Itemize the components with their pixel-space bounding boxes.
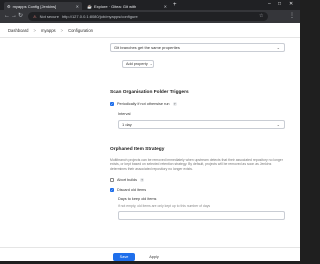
- new-tab-button[interactable]: +: [173, 2, 177, 8]
- periodic-checkbox-row[interactable]: ✓ Periodically if not otherwise run ?: [110, 102, 177, 106]
- interval-select[interactable]: 1 day ⌄: [118, 120, 285, 129]
- breadcrumb-dashboard[interactable]: Dashboard: [8, 28, 29, 33]
- chevron-down-icon: ⌄: [276, 122, 280, 127]
- strategy-select-value: Git branches get the same properties: [114, 45, 180, 50]
- bookmark-star-icon[interactable]: ☆: [259, 13, 263, 19]
- abort-builds-row[interactable]: Abort builds ?: [110, 178, 145, 182]
- discard-old-items-row[interactable]: ✓ Discard old items: [110, 188, 146, 192]
- days-to-keep-label: Days to keep old items: [118, 197, 157, 201]
- reload-icon[interactable]: ↻: [18, 13, 23, 20]
- help-icon[interactable]: ?: [172, 102, 177, 106]
- chevron-down-icon: ⌄: [149, 62, 153, 66]
- days-to-keep-hint: if not empty, old items are only kept up…: [118, 204, 211, 208]
- not-secure-warning-icon: ⚠: [33, 14, 37, 19]
- address-bar-row: ← → ↻ ⚠ Not secure http://127.0.0.1:8080…: [0, 10, 300, 23]
- minimize-icon[interactable]: –: [268, 1, 271, 7]
- forward-icon[interactable]: →: [11, 13, 17, 20]
- interval-label: Interval: [118, 112, 131, 116]
- maximize-icon[interactable]: □: [278, 1, 281, 7]
- close-tab-icon[interactable]: ✕: [164, 4, 167, 9]
- not-secure-label: Not secure: [39, 14, 59, 19]
- periodic-label: Periodically if not otherwise run: [117, 102, 170, 106]
- add-property-label: Add property: [126, 62, 148, 66]
- help-icon[interactable]: ?: [140, 178, 145, 182]
- orphaned-strategy-heading: Orphaned Item Strategy: [110, 147, 165, 152]
- discard-old-items-label: Discard old items: [117, 188, 147, 192]
- strategy-select[interactable]: Git branches get the same properties ⌄: [110, 43, 285, 52]
- discard-old-items-checkbox[interactable]: ✓: [110, 188, 114, 192]
- jenkins-favicon-icon: ⚙: [7, 3, 11, 9]
- browser-tab-jenkins[interactable]: ⚙ myapps Config [Jenkins] ✕: [4, 2, 82, 10]
- config-form: Git branches get the same properties ⌄ A…: [110, 38, 285, 264]
- breadcrumb-myapps[interactable]: myapps: [41, 28, 56, 33]
- abort-builds-label: Abort builds: [117, 178, 138, 182]
- breadcrumb-separator: >: [33, 27, 36, 33]
- chevron-down-icon: ⌄: [276, 45, 280, 50]
- close-tab-icon[interactable]: ✕: [76, 4, 79, 9]
- breadcrumb-separator: >: [60, 27, 64, 33]
- days-to-keep-input[interactable]: [118, 211, 285, 220]
- browser-tab-bar: ⚙ myapps Config [Jenkins] ✕ ☕ Explore · …: [0, 0, 300, 10]
- url-bar[interactable]: ⚠ Not secure http://127.0.0.1:8080/job/m…: [28, 12, 268, 21]
- breadcrumb-configuration[interactable]: Configuration: [68, 28, 93, 33]
- tab-title: myapps Config [Jenkins]: [12, 3, 57, 9]
- browser-tab-gitea[interactable]: ☕ Explore · Gitea: Git with ✕: [84, 2, 170, 10]
- gitea-favicon-icon: ☕: [87, 3, 92, 9]
- tab-title: Explore · Gitea: Git with: [93, 3, 137, 9]
- periodic-checkbox[interactable]: ✓: [110, 102, 114, 106]
- scan-triggers-heading: Scan Organisation Folder Triggers: [110, 90, 189, 95]
- interval-select-value: 1 day: [122, 122, 132, 127]
- back-icon[interactable]: ←: [4, 13, 10, 20]
- url-text: http://127.0.0.1:8080/job/myapps/configu…: [61, 14, 138, 19]
- save-button[interactable]: Save: [113, 253, 135, 261]
- browser-menu-icon[interactable]: ⋮: [289, 13, 295, 19]
- add-property-button[interactable]: Add property ⌄: [122, 60, 154, 68]
- close-window-icon[interactable]: ✕: [289, 1, 293, 7]
- breadcrumb: Dashboard > myapps > Configuration: [0, 23, 300, 38]
- apply-button[interactable]: Apply: [143, 253, 165, 261]
- orphaned-strategy-description: Multibranch projects can be removed imme…: [110, 158, 283, 171]
- abort-builds-checkbox[interactable]: [110, 178, 114, 182]
- page: Dashboard > myapps > Configuration Git b…: [0, 23, 300, 264]
